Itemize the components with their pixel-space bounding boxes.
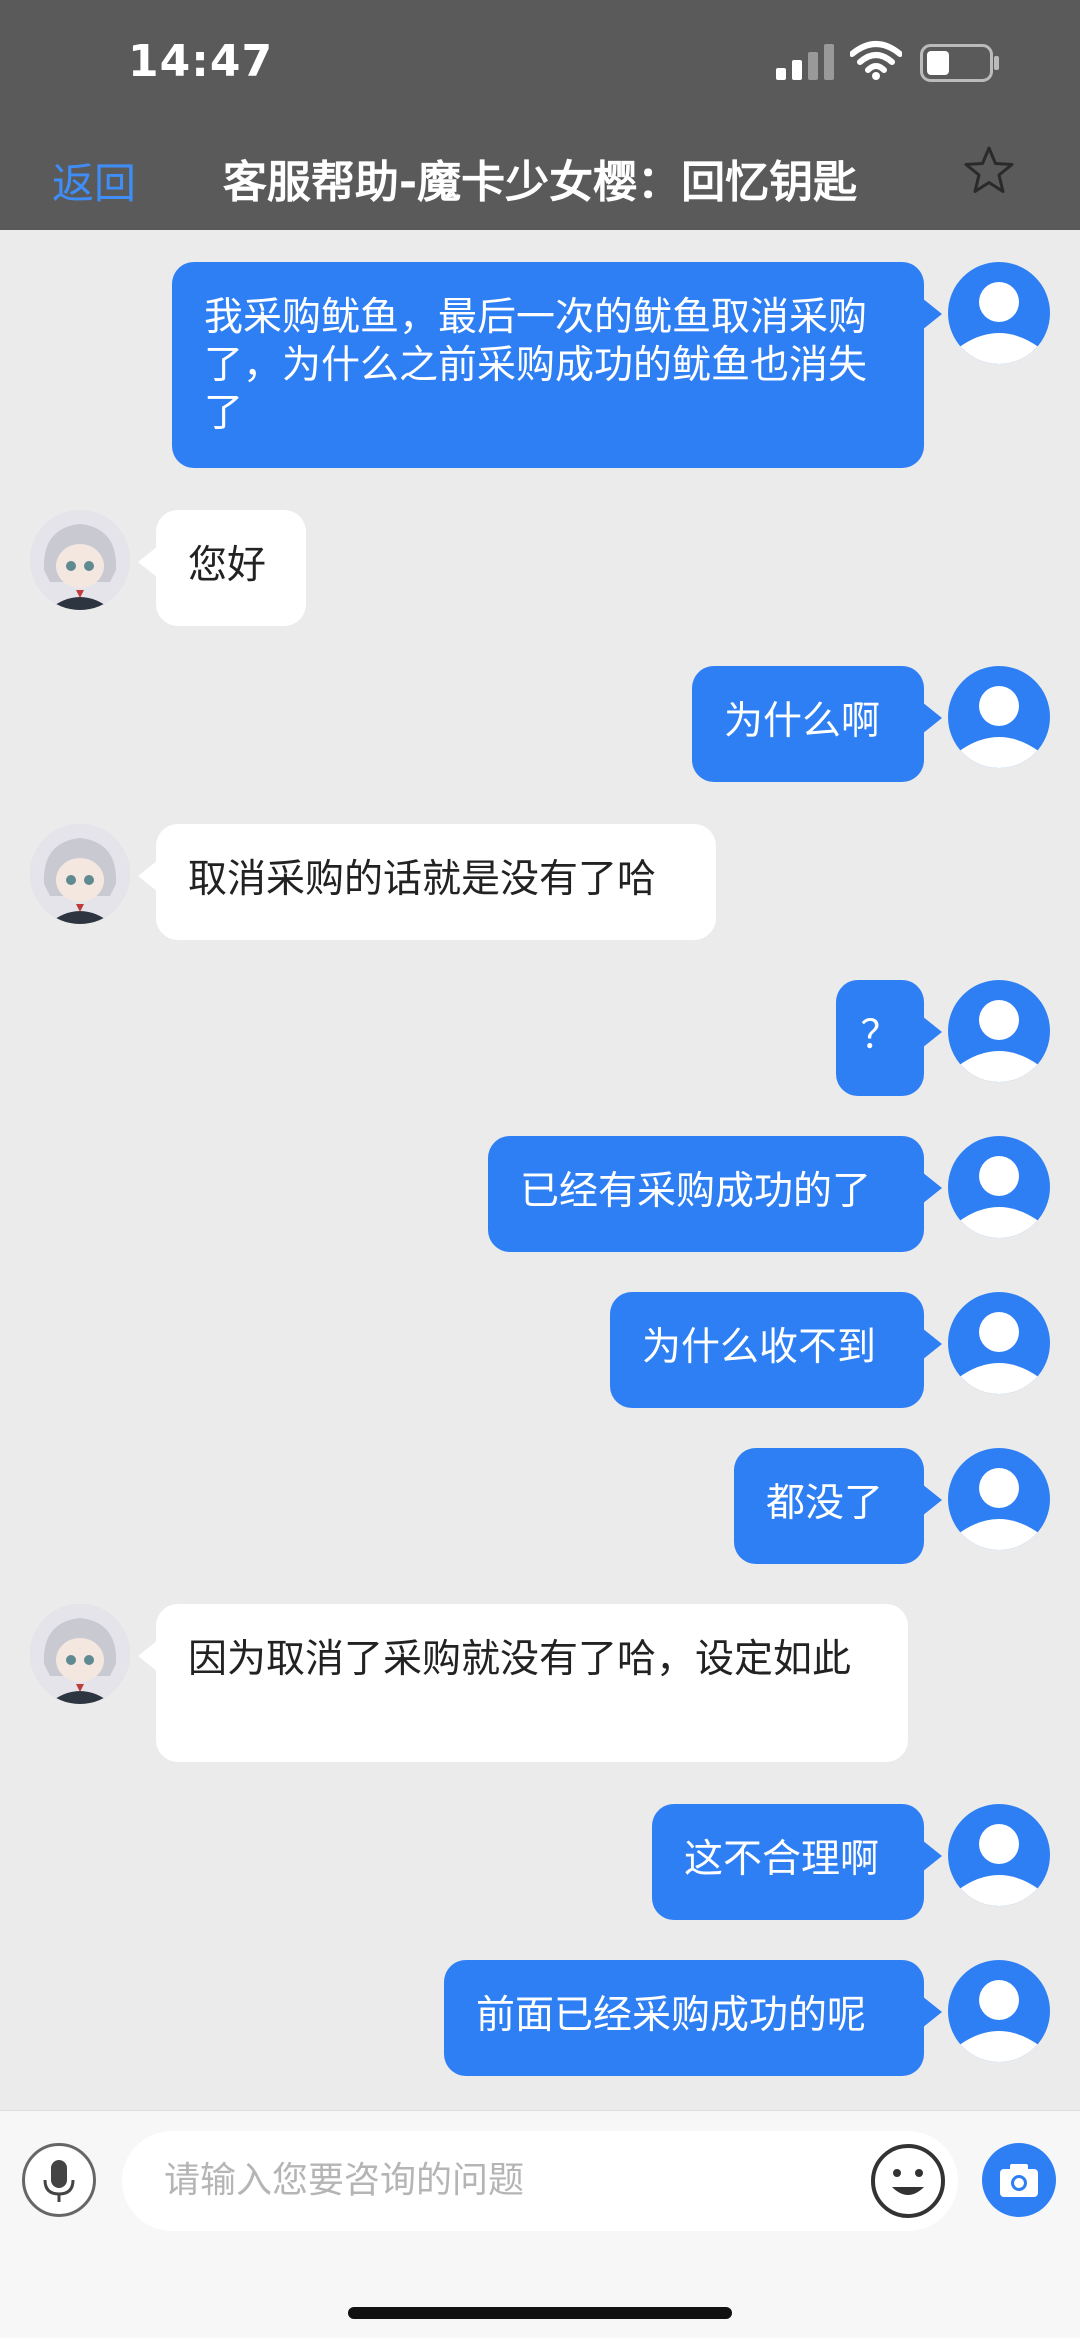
input-bar: 请输入您要咨询的问题 <box>0 2110 1080 2338</box>
user-avatar-icon <box>948 980 1050 1082</box>
user-avatar-icon <box>948 1448 1050 1550</box>
message-bubble: 取消采购的话就是没有了哈 <box>138 824 716 940</box>
message-bubble: 前面已经采购成功的呢 <box>444 1960 942 2076</box>
chat-area: 我采购鱿鱼，最后一次的鱿鱼取消采购了，为什么之前采购成功的鱿鱼也消失了 您好 为… <box>0 230 1080 2110</box>
user-avatar-icon <box>948 666 1050 768</box>
top-bar: 14:47 返回 客服帮助-魔卡少女樱：回忆钥匙 <box>0 0 1080 230</box>
user-avatar-icon <box>948 1136 1050 1238</box>
message-bubble: 因为取消了采购就没有了哈，设定如此 <box>138 1604 908 1762</box>
microphone-icon <box>43 2160 75 2202</box>
star-icon[interactable] <box>962 144 1016 198</box>
agent-avatar <box>30 824 130 924</box>
user-avatar-icon <box>948 262 1050 364</box>
message-bubble: 我采购鱿鱼，最后一次的鱿鱼取消采购了，为什么之前采购成功的鱿鱼也消失了 <box>172 262 942 468</box>
message-bubble: 为什么啊 <box>692 666 942 782</box>
question-input[interactable]: 请输入您要咨询的问题 <box>122 2131 958 2231</box>
user-avatar-icon <box>948 1292 1050 1394</box>
message-bubble: 已经有采购成功的了 <box>488 1136 942 1252</box>
microphone-button[interactable] <box>22 2143 96 2217</box>
page-title: 客服帮助-魔卡少女樱：回忆钥匙 <box>222 157 858 208</box>
user-avatar-icon <box>948 1960 1050 2062</box>
emoji-icon[interactable] <box>870 2143 946 2219</box>
wifi-icon <box>850 41 902 80</box>
status-time: 14:47 <box>128 36 274 87</box>
message-bubble: 您好 <box>138 510 306 626</box>
agent-avatar <box>30 510 130 610</box>
message-bubble: 都没了 <box>734 1448 942 1564</box>
message-bubble: 为什么收不到 <box>610 1292 942 1408</box>
signal-icon <box>776 44 834 80</box>
home-indicator <box>348 2307 732 2319</box>
user-avatar-icon <box>948 1804 1050 1906</box>
message-bubble: 这不合理啊 <box>652 1804 942 1920</box>
message-bubble: ？ <box>836 980 942 1096</box>
battery-icon <box>920 44 999 82</box>
agent-avatar <box>30 1604 130 1704</box>
camera-icon <box>1000 2164 1038 2197</box>
camera-button[interactable] <box>982 2143 1056 2217</box>
